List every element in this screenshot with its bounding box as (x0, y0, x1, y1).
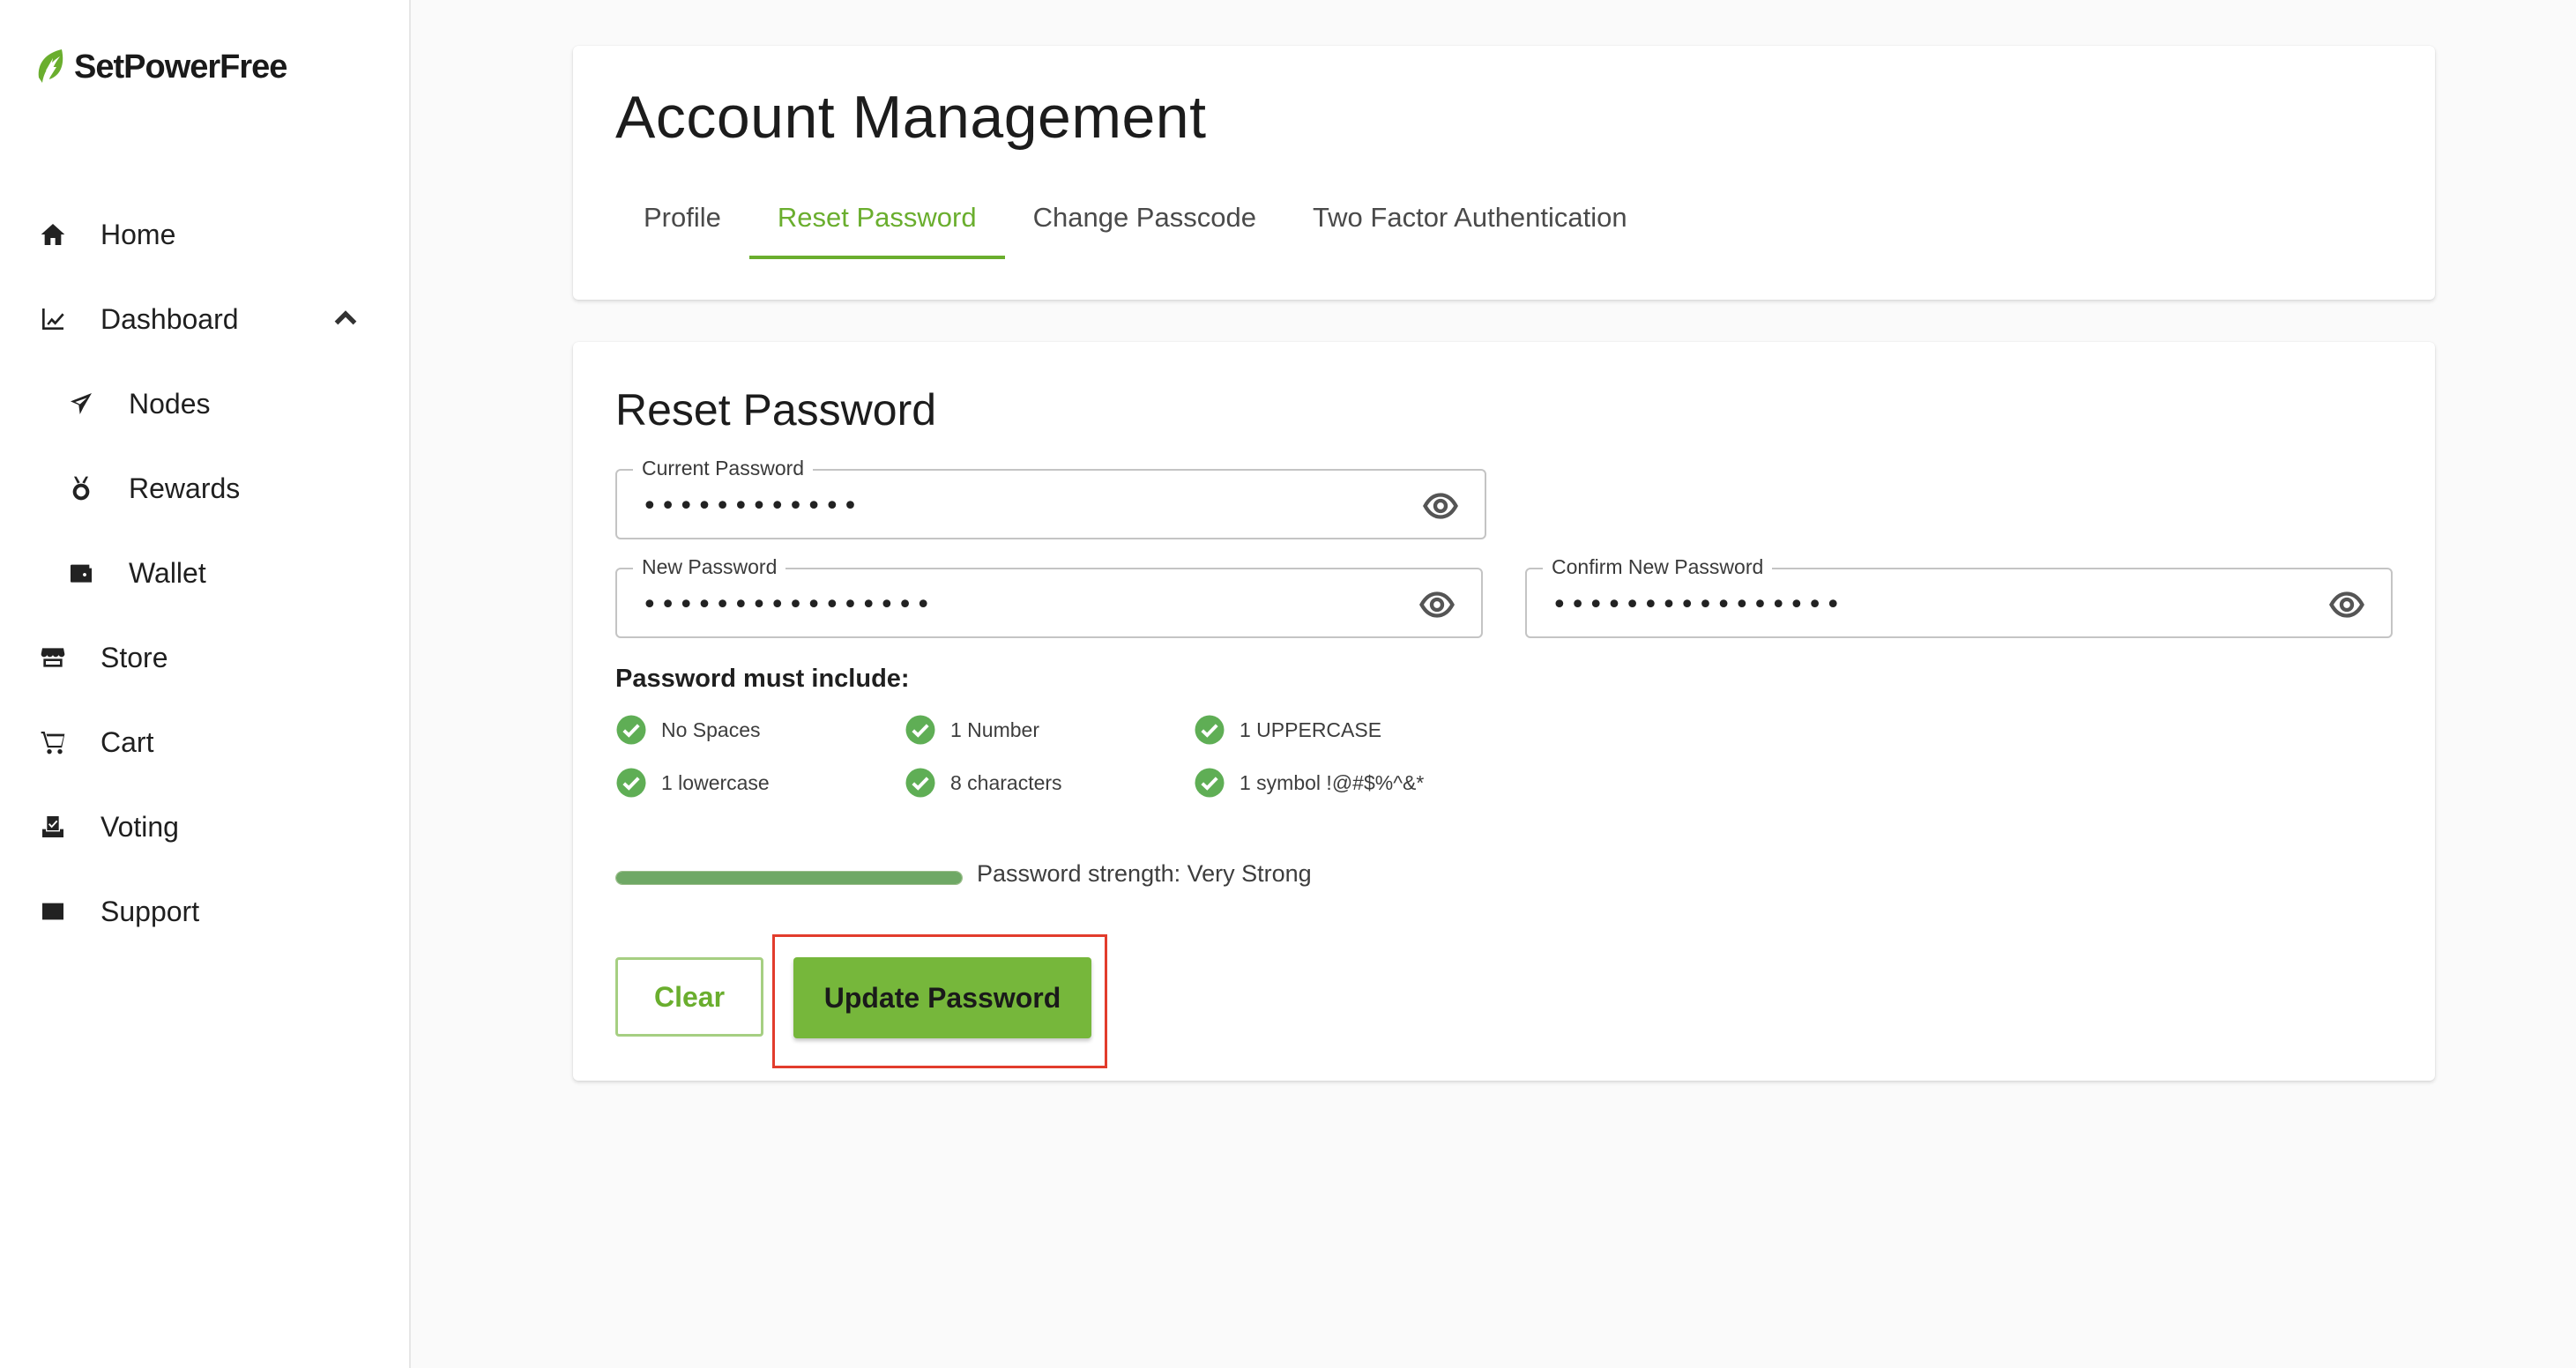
password-strength-text: Password strength: Very Strong (977, 860, 1312, 887)
requirement-label: 1 Number (950, 717, 1039, 741)
requirement-item: 1 Number (905, 714, 1039, 746)
sidebar-item-store[interactable]: Store (0, 615, 411, 700)
sidebar-item-label: Cart (101, 725, 154, 758)
requirement-label: 1 lowercase (661, 770, 770, 794)
brand-name: SetPowerFree (74, 48, 287, 86)
reset-password-card: Reset Password Current Password New Pass… (573, 342, 2435, 1081)
requirement-item: No Spaces (615, 714, 761, 746)
tab-reset-password[interactable]: Reset Password (748, 196, 1005, 259)
tab-profile[interactable]: Profile (615, 196, 749, 259)
chart-line-icon (37, 303, 69, 335)
requirement-item: 8 characters (905, 767, 1062, 799)
confirm-password-field[interactable]: Confirm New Password (1525, 555, 2393, 638)
account-management-card: Account Management Profile Reset Passwor… (573, 46, 2435, 300)
clear-button[interactable]: Clear (615, 957, 763, 1037)
sidebar-item-rewards[interactable]: Rewards (0, 446, 411, 531)
new-password-input[interactable] (640, 585, 1407, 624)
chevron-up-icon[interactable] (330, 303, 361, 335)
check-circle-icon (1194, 714, 1225, 746)
new-password-label: New Password (633, 555, 786, 579)
sidebar-item-wallet[interactable]: Wallet (0, 531, 411, 615)
current-password-field[interactable]: Current Password (615, 457, 1486, 539)
leaf-bolt-logo-icon (38, 49, 63, 83)
tab-change-passcode[interactable]: Change Passcode (1005, 196, 1284, 259)
tab-two-factor-authentication[interactable]: Two Factor Authentication (1284, 196, 1656, 259)
sidebar-item-nodes[interactable]: Nodes (0, 361, 411, 446)
home-icon (37, 219, 69, 250)
current-password-input[interactable] (640, 487, 1411, 525)
requirement-label: 1 UPPERCASE (1240, 717, 1382, 741)
sidebar-item-label: Home (101, 218, 176, 250)
sidebar-item-label: Support (101, 895, 200, 927)
section-title: Reset Password (615, 385, 937, 435)
cart-icon (37, 726, 69, 758)
check-circle-icon (905, 767, 936, 799)
eye-icon[interactable] (1419, 587, 1455, 622)
sidebar-item-cart[interactable]: Cart (0, 700, 411, 784)
sidebar-item-home[interactable]: Home (0, 192, 411, 277)
requirement-item: 1 lowercase (615, 767, 770, 799)
check-circle-icon (615, 767, 647, 799)
requirement-item: 1 symbol !@#$%^&* (1194, 767, 1424, 799)
requirements-title: Password must include: (615, 665, 910, 693)
brand-logo[interactable]: SetPowerFree (35, 44, 287, 90)
requirement-label: 8 characters (950, 770, 1062, 794)
nodes-icon (65, 388, 97, 420)
confirm-password-input[interactable] (1550, 585, 2317, 624)
sidebar-item-support[interactable]: Support (0, 869, 411, 954)
current-password-label: Current Password (633, 457, 814, 480)
password-strength-bar (615, 871, 963, 885)
medal-icon (65, 472, 97, 504)
sidebar-item-label: Rewards (129, 472, 241, 504)
store-icon (37, 642, 69, 673)
sidebar-item-voting[interactable]: Voting (0, 784, 411, 869)
ballot-icon (37, 811, 69, 843)
page-title: Account Management (615, 84, 1207, 151)
password-strength-fill (616, 872, 962, 884)
new-password-field[interactable]: New Password (615, 555, 1483, 638)
mail-icon (37, 896, 69, 927)
check-circle-icon (905, 714, 936, 746)
check-circle-icon (615, 714, 647, 746)
account-tabs: Profile Reset Password Change Passcode T… (615, 196, 1656, 259)
sidebar-item-label: Store (101, 641, 168, 673)
requirement-item: 1 UPPERCASE (1194, 714, 1381, 746)
eye-icon[interactable] (1423, 488, 1458, 524)
requirement-label: 1 symbol !@#$%^&* (1240, 770, 1425, 794)
wallet-icon (65, 557, 97, 589)
sidebar-item-dashboard[interactable]: Dashboard (0, 277, 411, 361)
confirm-password-label: Confirm New Password (1543, 555, 1773, 579)
sidebar-nav: Home Dashboard Nodes Rewards Wallet Stor… (0, 192, 411, 954)
requirement-label: No Spaces (661, 717, 761, 741)
sidebar: SetPowerFree Home Dashboard Nodes Reward… (0, 0, 411, 1368)
sidebar-item-label: Wallet (129, 556, 206, 589)
check-circle-icon (1194, 767, 1225, 799)
sidebar-item-label: Dashboard (101, 302, 239, 335)
sidebar-item-label: Nodes (129, 387, 211, 420)
sidebar-item-label: Voting (101, 810, 179, 843)
eye-icon[interactable] (2329, 587, 2364, 622)
update-password-button[interactable]: Update Password (793, 957, 1091, 1038)
